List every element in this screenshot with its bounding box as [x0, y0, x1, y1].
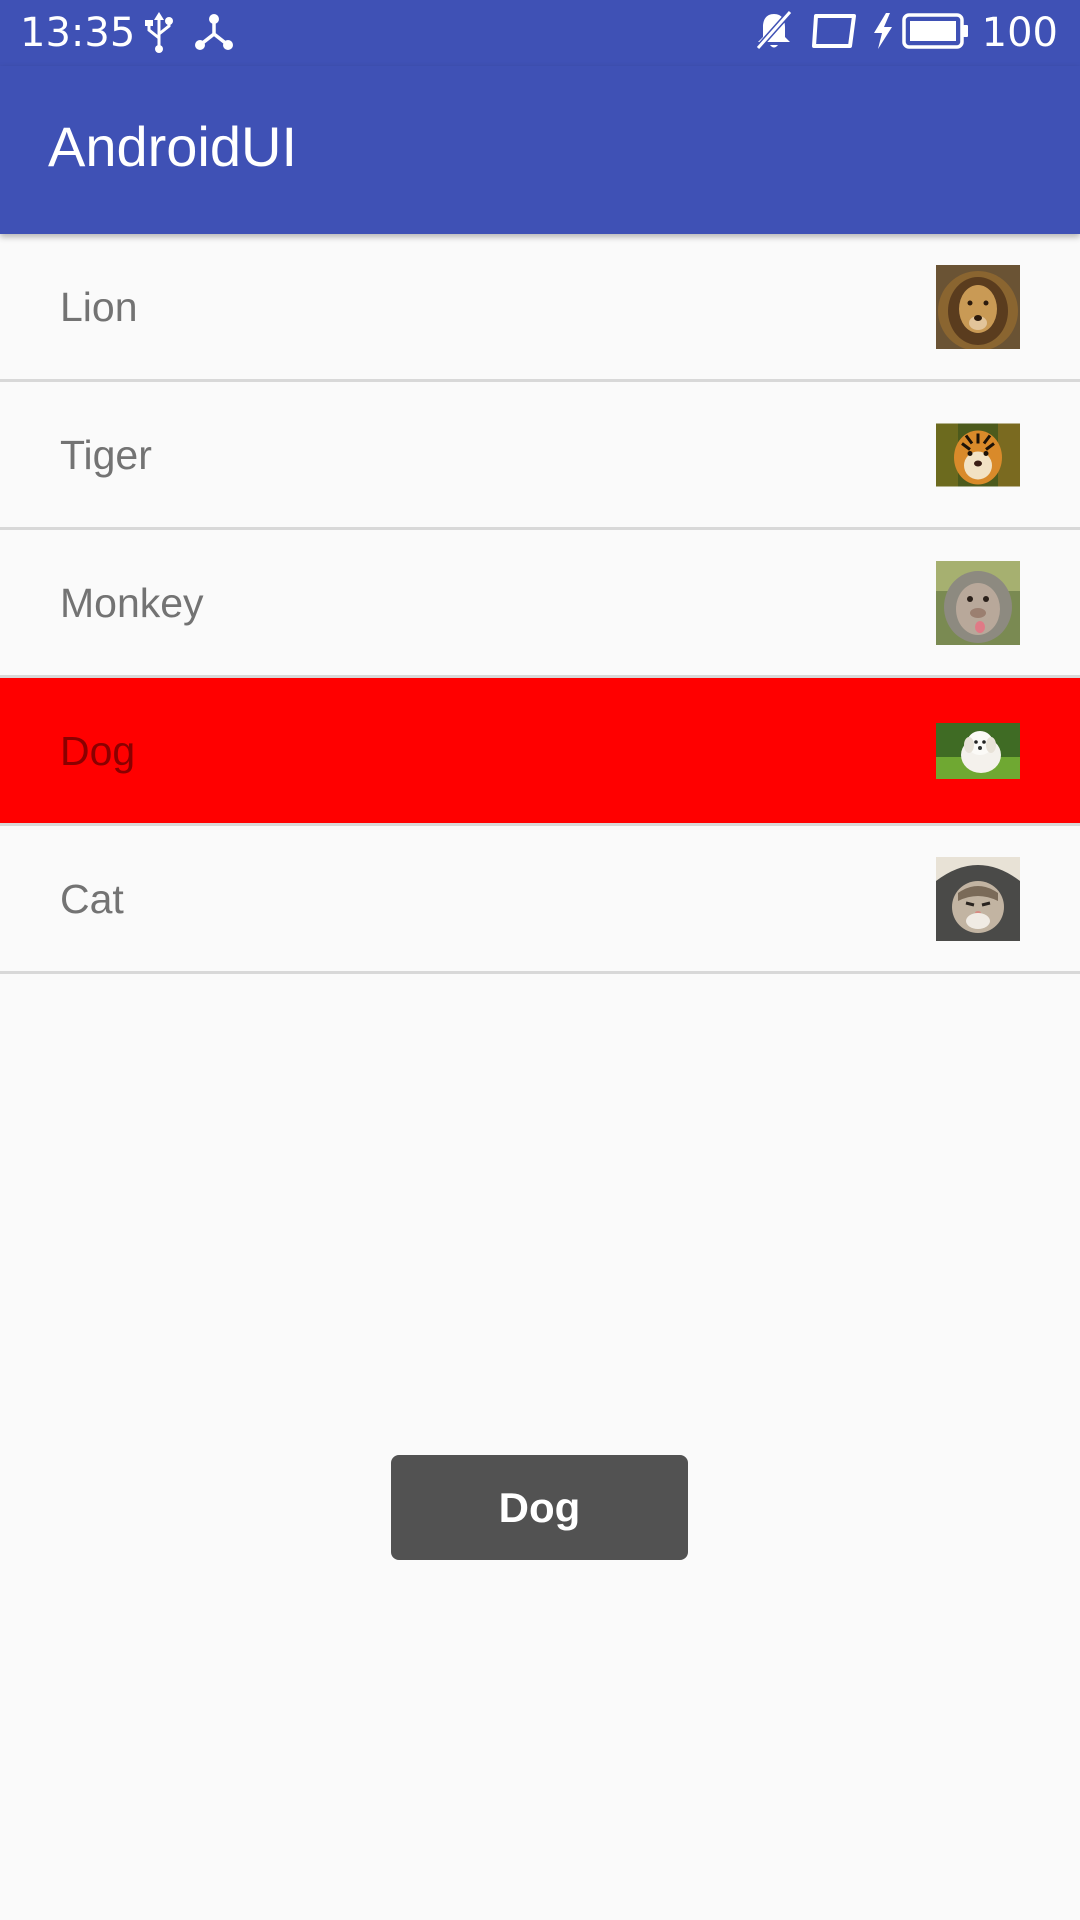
- charging-bolt-icon: [872, 13, 894, 53]
- lion-photo: [936, 264, 1020, 349]
- app-bar: AndroidUI: [0, 66, 1080, 234]
- battery-full-icon: [901, 13, 970, 53]
- screen-rotation-icon: [811, 14, 856, 52]
- status-time: 13:35: [20, 10, 136, 56]
- list-item-monkey[interactable]: Monkey: [0, 530, 1080, 678]
- status-right-group: 100: [754, 8, 1058, 58]
- list-item-label: Tiger: [60, 431, 152, 478]
- battery-level-text: 100: [981, 10, 1058, 56]
- notifications-muted-icon: [754, 10, 794, 56]
- list-item-tiger[interactable]: Tiger: [0, 382, 1080, 530]
- monkey-photo: [936, 560, 1020, 645]
- list-item-lion[interactable]: Lion: [0, 234, 1080, 382]
- list-item-cat[interactable]: Cat: [0, 826, 1080, 974]
- list-item-label: Dog: [60, 727, 136, 774]
- toast-message: Dog: [391, 1455, 688, 1560]
- cat-photo: [936, 856, 1020, 941]
- usb-icon: [143, 12, 175, 58]
- app-screen: 13:35 100 AndroidUI Lion Tiger Monkey Do…: [0, 0, 1080, 1920]
- list-item-label: Monkey: [60, 579, 204, 626]
- tiger-photo: [936, 423, 1020, 486]
- status-bar: 13:35 100: [0, 0, 1080, 66]
- animal-list[interactable]: Lion Tiger Monkey Dog Cat: [0, 234, 1080, 974]
- dog-photo: [936, 722, 1020, 779]
- share-network-icon: [194, 12, 234, 56]
- list-item-label: Lion: [60, 283, 138, 330]
- app-title: AndroidUI: [48, 115, 298, 178]
- list-item-dog[interactable]: Dog: [0, 678, 1080, 826]
- list-item-label: Cat: [60, 875, 124, 922]
